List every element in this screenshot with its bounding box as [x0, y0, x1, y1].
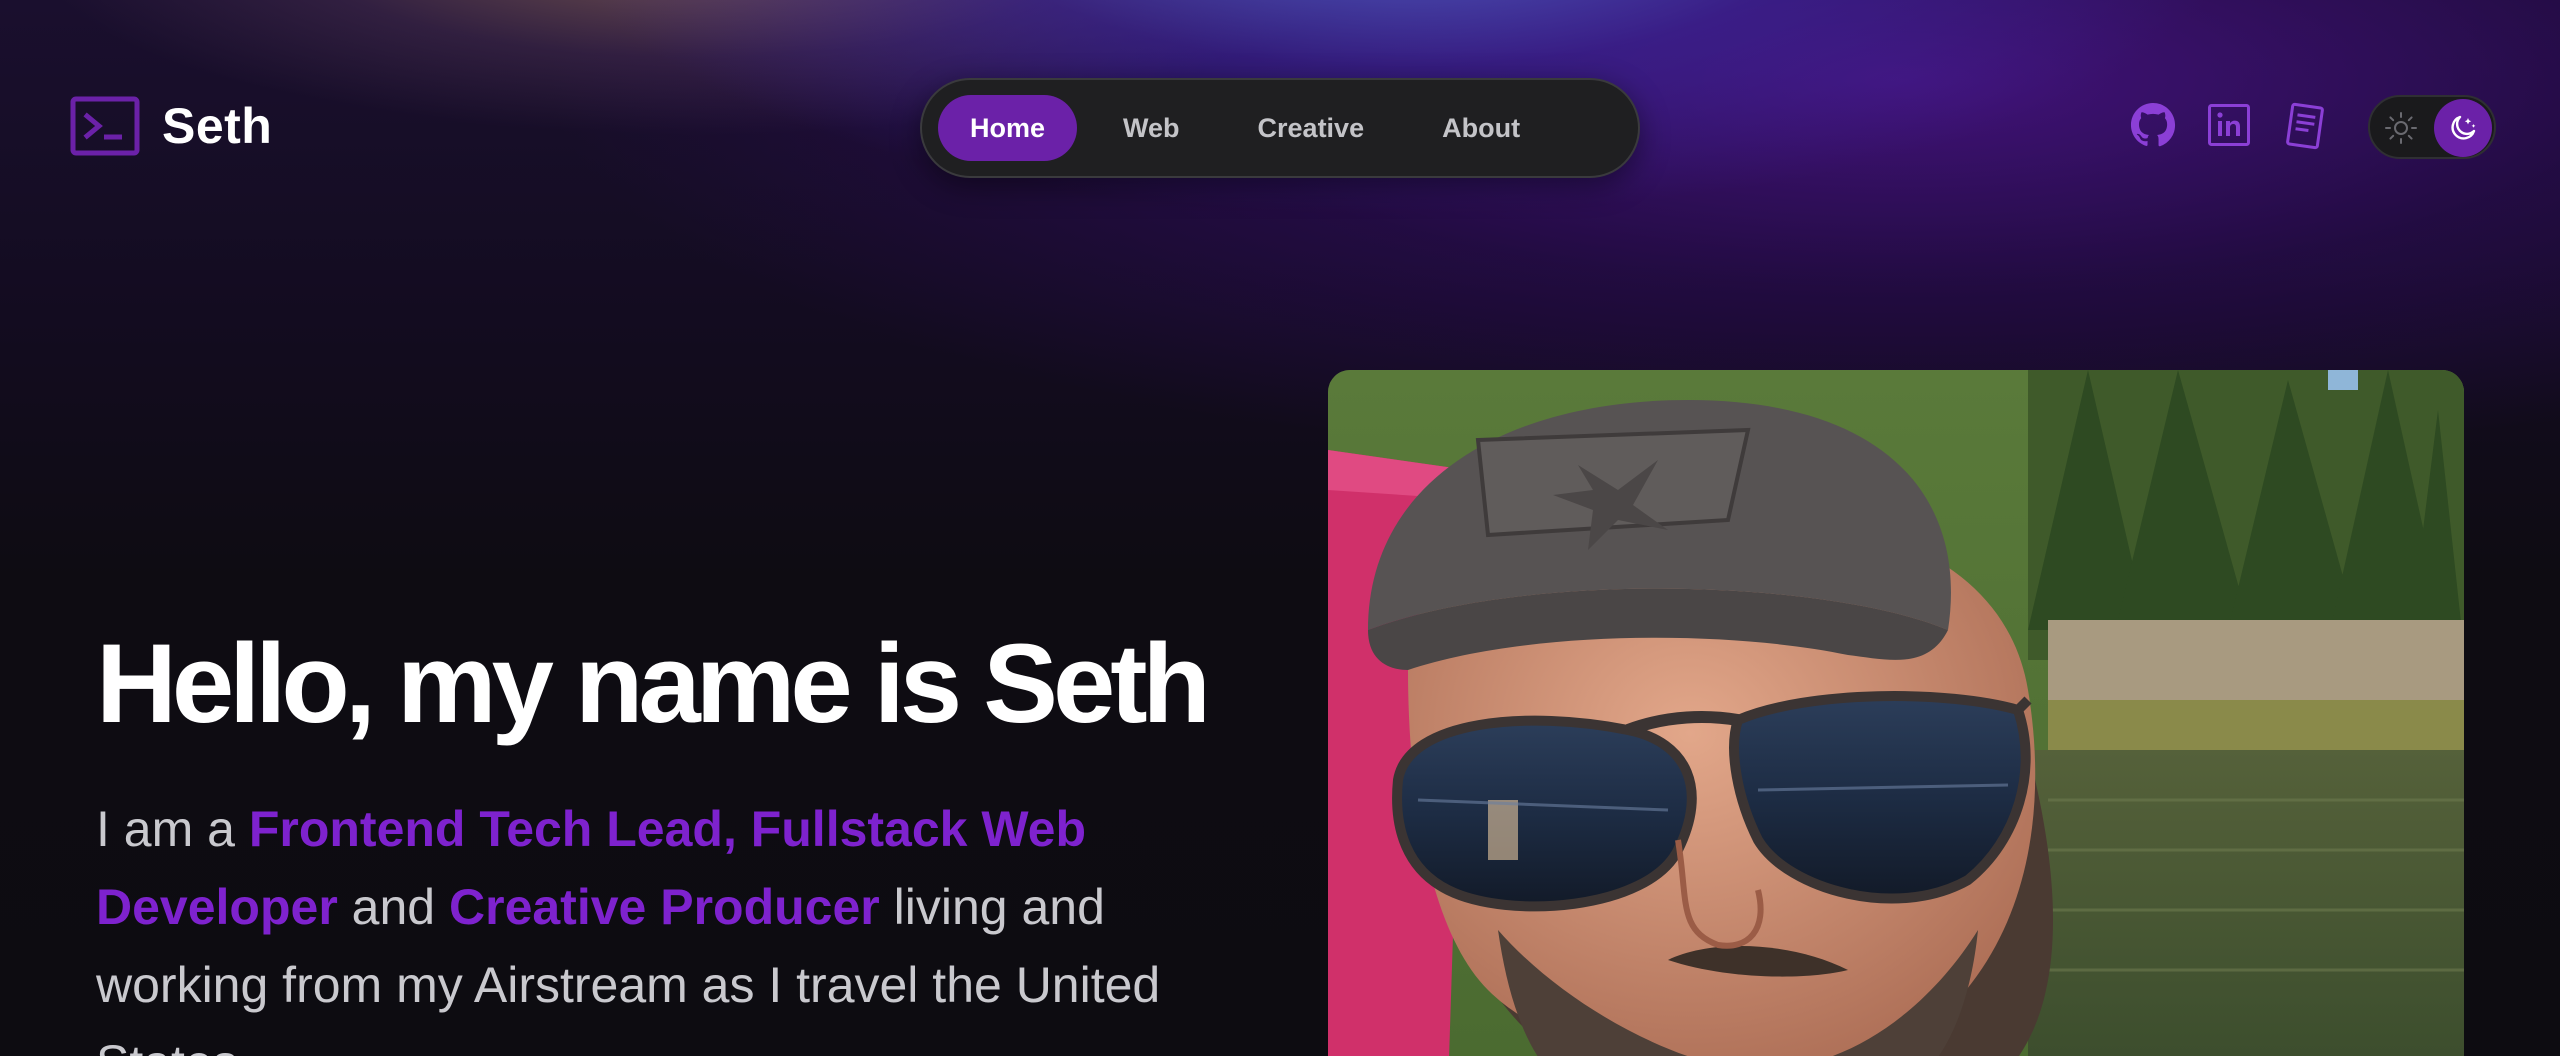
nav-item-web[interactable]: Web	[1091, 95, 1212, 161]
intro-connector: and	[337, 879, 449, 935]
resume-link[interactable]	[2283, 102, 2327, 150]
hero-intro: I am a Frontend Tech Lead, Fullstack Web…	[96, 790, 1196, 1056]
nav-item-home[interactable]: Home	[938, 95, 1078, 161]
brand-link[interactable]: Seth	[70, 96, 272, 156]
brand-name: Seth	[162, 98, 273, 154]
intro-prefix: I am a	[96, 801, 249, 857]
resume-document-icon	[2286, 102, 2324, 150]
linkedin-link[interactable]	[2207, 102, 2251, 148]
profile-photo	[1328, 370, 2464, 1056]
github-link[interactable]	[2130, 102, 2176, 148]
linkedin-icon	[2208, 104, 2250, 146]
moon-stars-icon	[2451, 115, 2476, 140]
github-icon	[2130, 102, 2176, 147]
role-highlight-creative: Creative Producer	[449, 879, 880, 935]
hero-title: Hello, my name is Seth	[96, 621, 1211, 746]
theme-toggle-knob	[2434, 99, 2492, 157]
site-header: Seth Home Web Creative About	[0, 0, 2560, 260]
page: Seth Home Web Creative About Hello, my n…	[0, 0, 2560, 1056]
sun-icon	[2385, 112, 2417, 144]
main-nav: Home Web Creative About	[920, 78, 1640, 178]
terminal-prompt-icon	[70, 96, 140, 156]
nav-item-creative[interactable]: Creative	[1226, 95, 1397, 161]
nav-item-about[interactable]: About	[1410, 95, 1552, 161]
theme-toggle[interactable]	[2368, 95, 2496, 159]
